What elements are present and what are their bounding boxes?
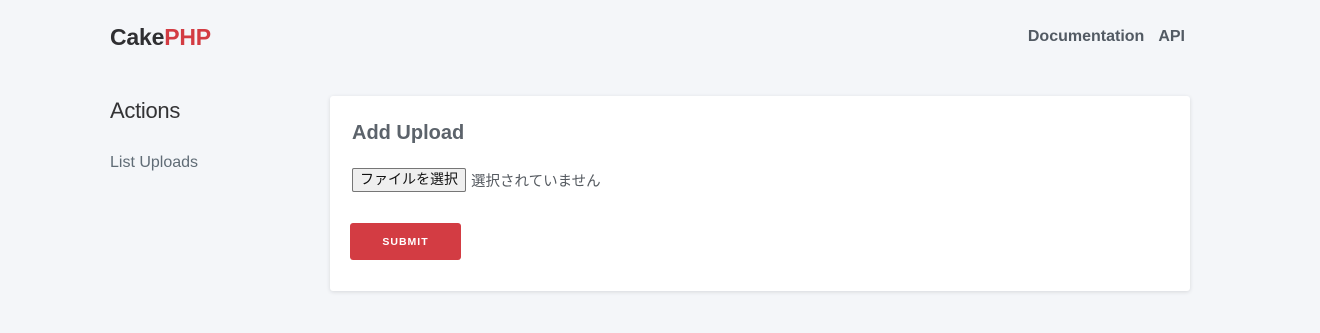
file-input[interactable]: ファイルを選択 選択されていません bbox=[352, 168, 601, 192]
brand-text-cake: Cake bbox=[110, 24, 165, 50]
list-uploads-link[interactable]: List Uploads bbox=[110, 153, 198, 173]
form-title: Add Upload bbox=[352, 122, 465, 144]
documentation-link[interactable]: Documentation bbox=[1028, 27, 1144, 47]
top-links: Documentation API bbox=[1028, 27, 1185, 47]
submit-button[interactable]: SUBMIT bbox=[350, 223, 461, 260]
cakephp-logo-link[interactable]: CakePHP bbox=[110, 23, 211, 51]
choose-file-button[interactable]: ファイルを選択 bbox=[352, 168, 466, 192]
api-link[interactable]: API bbox=[1158, 27, 1185, 47]
actions-heading: Actions bbox=[110, 98, 181, 123]
upload-form-card: Add Upload ファイルを選択 選択されていません SUBMIT bbox=[330, 96, 1190, 291]
brand-text-php: PHP bbox=[164, 24, 211, 50]
file-status-text: 選択されていません bbox=[471, 173, 601, 190]
top-navigation: CakePHP Documentation API bbox=[0, 0, 1320, 72]
